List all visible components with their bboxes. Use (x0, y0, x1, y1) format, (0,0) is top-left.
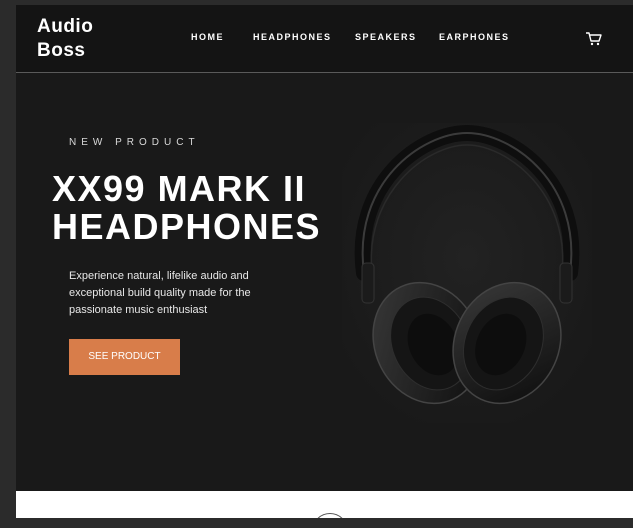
see-product-button[interactable]: SEE PRODUCT (69, 339, 180, 375)
page: Audio Boss HOME HEADPHONES SPEAKERS EARP… (16, 5, 633, 518)
hero-title-line-2: HEADPHONES (52, 206, 322, 247)
next-section (16, 491, 633, 518)
nav-home[interactable]: HOME (191, 32, 224, 42)
hero-section: NEW PRODUCT XX99 MARK II HEADPHONES Expe… (16, 73, 633, 491)
site-header: Audio Boss HOME HEADPHONES SPEAKERS EARP… (16, 5, 633, 73)
hero-title-line-1: XX99 MARK II (52, 168, 307, 209)
hero-description: Experience natural, lifelike audio and e… (69, 270, 251, 316)
cart-icon[interactable] (585, 30, 603, 48)
hero-title: XX99 MARK II HEADPHONES (52, 170, 321, 246)
logo-line-2: Boss (37, 40, 86, 61)
headphones-image (342, 123, 592, 423)
nav-earphones[interactable]: EARPHONES (439, 32, 510, 42)
nav-speakers[interactable]: SPEAKERS (355, 32, 417, 42)
product-preview-circle (312, 513, 348, 518)
nav-headphones[interactable]: HEADPHONES (253, 32, 332, 42)
hero-eyebrow: NEW PRODUCT (69, 137, 200, 148)
logo[interactable]: Audio Boss (37, 15, 93, 63)
logo-line-1: Audio (37, 16, 94, 37)
